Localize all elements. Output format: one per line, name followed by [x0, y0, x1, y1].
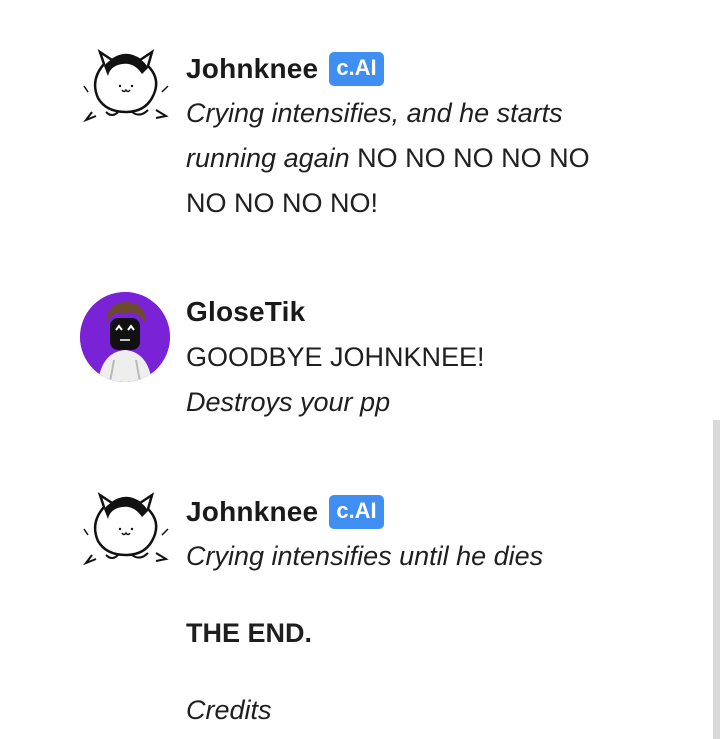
message-speech: GOODBYE JOHNKNEE!: [186, 342, 485, 372]
message-text: Crying intensifies, and he starts runnin…: [186, 91, 606, 226]
author-name[interactable]: GloseTik: [186, 296, 305, 328]
scrollbar[interactable]: [713, 420, 720, 739]
message-text: Crying intensifies until he dies THE END…: [186, 534, 606, 733]
cat-doodle-avatar-icon[interactable]: [82, 46, 170, 126]
ai-badge: c.AI: [329, 495, 384, 529]
cat-doodle-avatar-icon[interactable]: [82, 489, 170, 569]
author-name[interactable]: Johnknee: [186, 53, 318, 85]
message-action: Crying intensifies until he dies: [186, 541, 544, 571]
message-text: GOODBYE JOHNKNEE! Destroys your pp: [186, 335, 606, 425]
message-header: Johnknee c.AI: [186, 51, 606, 87]
message-action: Destroys your pp: [186, 387, 391, 417]
message-header: GloseTik: [186, 294, 606, 330]
credits-text: Credits: [186, 695, 272, 725]
ai-badge: c.AI: [329, 52, 384, 86]
chat-transcript: Johnknee c.AI Crying intensifies, and he…: [0, 0, 720, 739]
message-header: Johnknee c.AI: [186, 494, 606, 530]
author-name[interactable]: Johnknee: [186, 496, 318, 528]
the-end-text: THE END.: [186, 618, 313, 648]
purple-character-avatar-icon[interactable]: [80, 292, 170, 382]
